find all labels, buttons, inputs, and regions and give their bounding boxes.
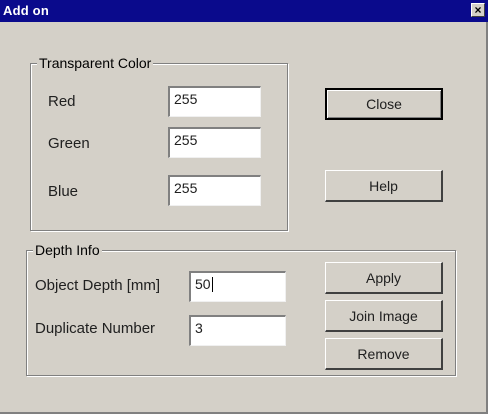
object-depth-value: 50 bbox=[195, 276, 211, 292]
duplicate-number-field[interactable]: 3 bbox=[189, 315, 286, 346]
duplicate-number-value: 3 bbox=[195, 320, 203, 336]
apply-button[interactable]: Apply bbox=[325, 262, 443, 294]
add-on-dialog: Add on × Transparent Color Red 255 Green… bbox=[0, 0, 488, 414]
object-depth-label: Object Depth [mm] bbox=[35, 277, 161, 294]
blue-label: Blue bbox=[48, 183, 79, 200]
blue-field[interactable]: 255 bbox=[168, 175, 261, 206]
text-caret bbox=[211, 277, 213, 292]
blue-value: 255 bbox=[174, 180, 198, 196]
join-image-button[interactable]: Join Image bbox=[325, 300, 443, 332]
transparent-color-legend: Transparent Color bbox=[37, 55, 154, 71]
remove-button[interactable]: Remove bbox=[325, 338, 443, 370]
title-bar[interactable]: Add on × bbox=[0, 0, 488, 22]
duplicate-number-label: Duplicate Number bbox=[35, 320, 156, 337]
close-button[interactable]: Close bbox=[325, 88, 443, 120]
red-value: 255 bbox=[174, 91, 198, 107]
depth-info-legend: Depth Info bbox=[33, 242, 102, 258]
object-depth-field[interactable]: 50 bbox=[189, 271, 286, 302]
green-label: Green bbox=[48, 135, 90, 152]
red-label: Red bbox=[48, 93, 76, 110]
close-icon[interactable]: × bbox=[471, 3, 485, 17]
green-value: 255 bbox=[174, 132, 198, 148]
window-title: Add on bbox=[3, 3, 49, 18]
help-button[interactable]: Help bbox=[325, 170, 443, 202]
red-field[interactable]: 255 bbox=[168, 86, 261, 117]
green-field[interactable]: 255 bbox=[168, 127, 261, 158]
